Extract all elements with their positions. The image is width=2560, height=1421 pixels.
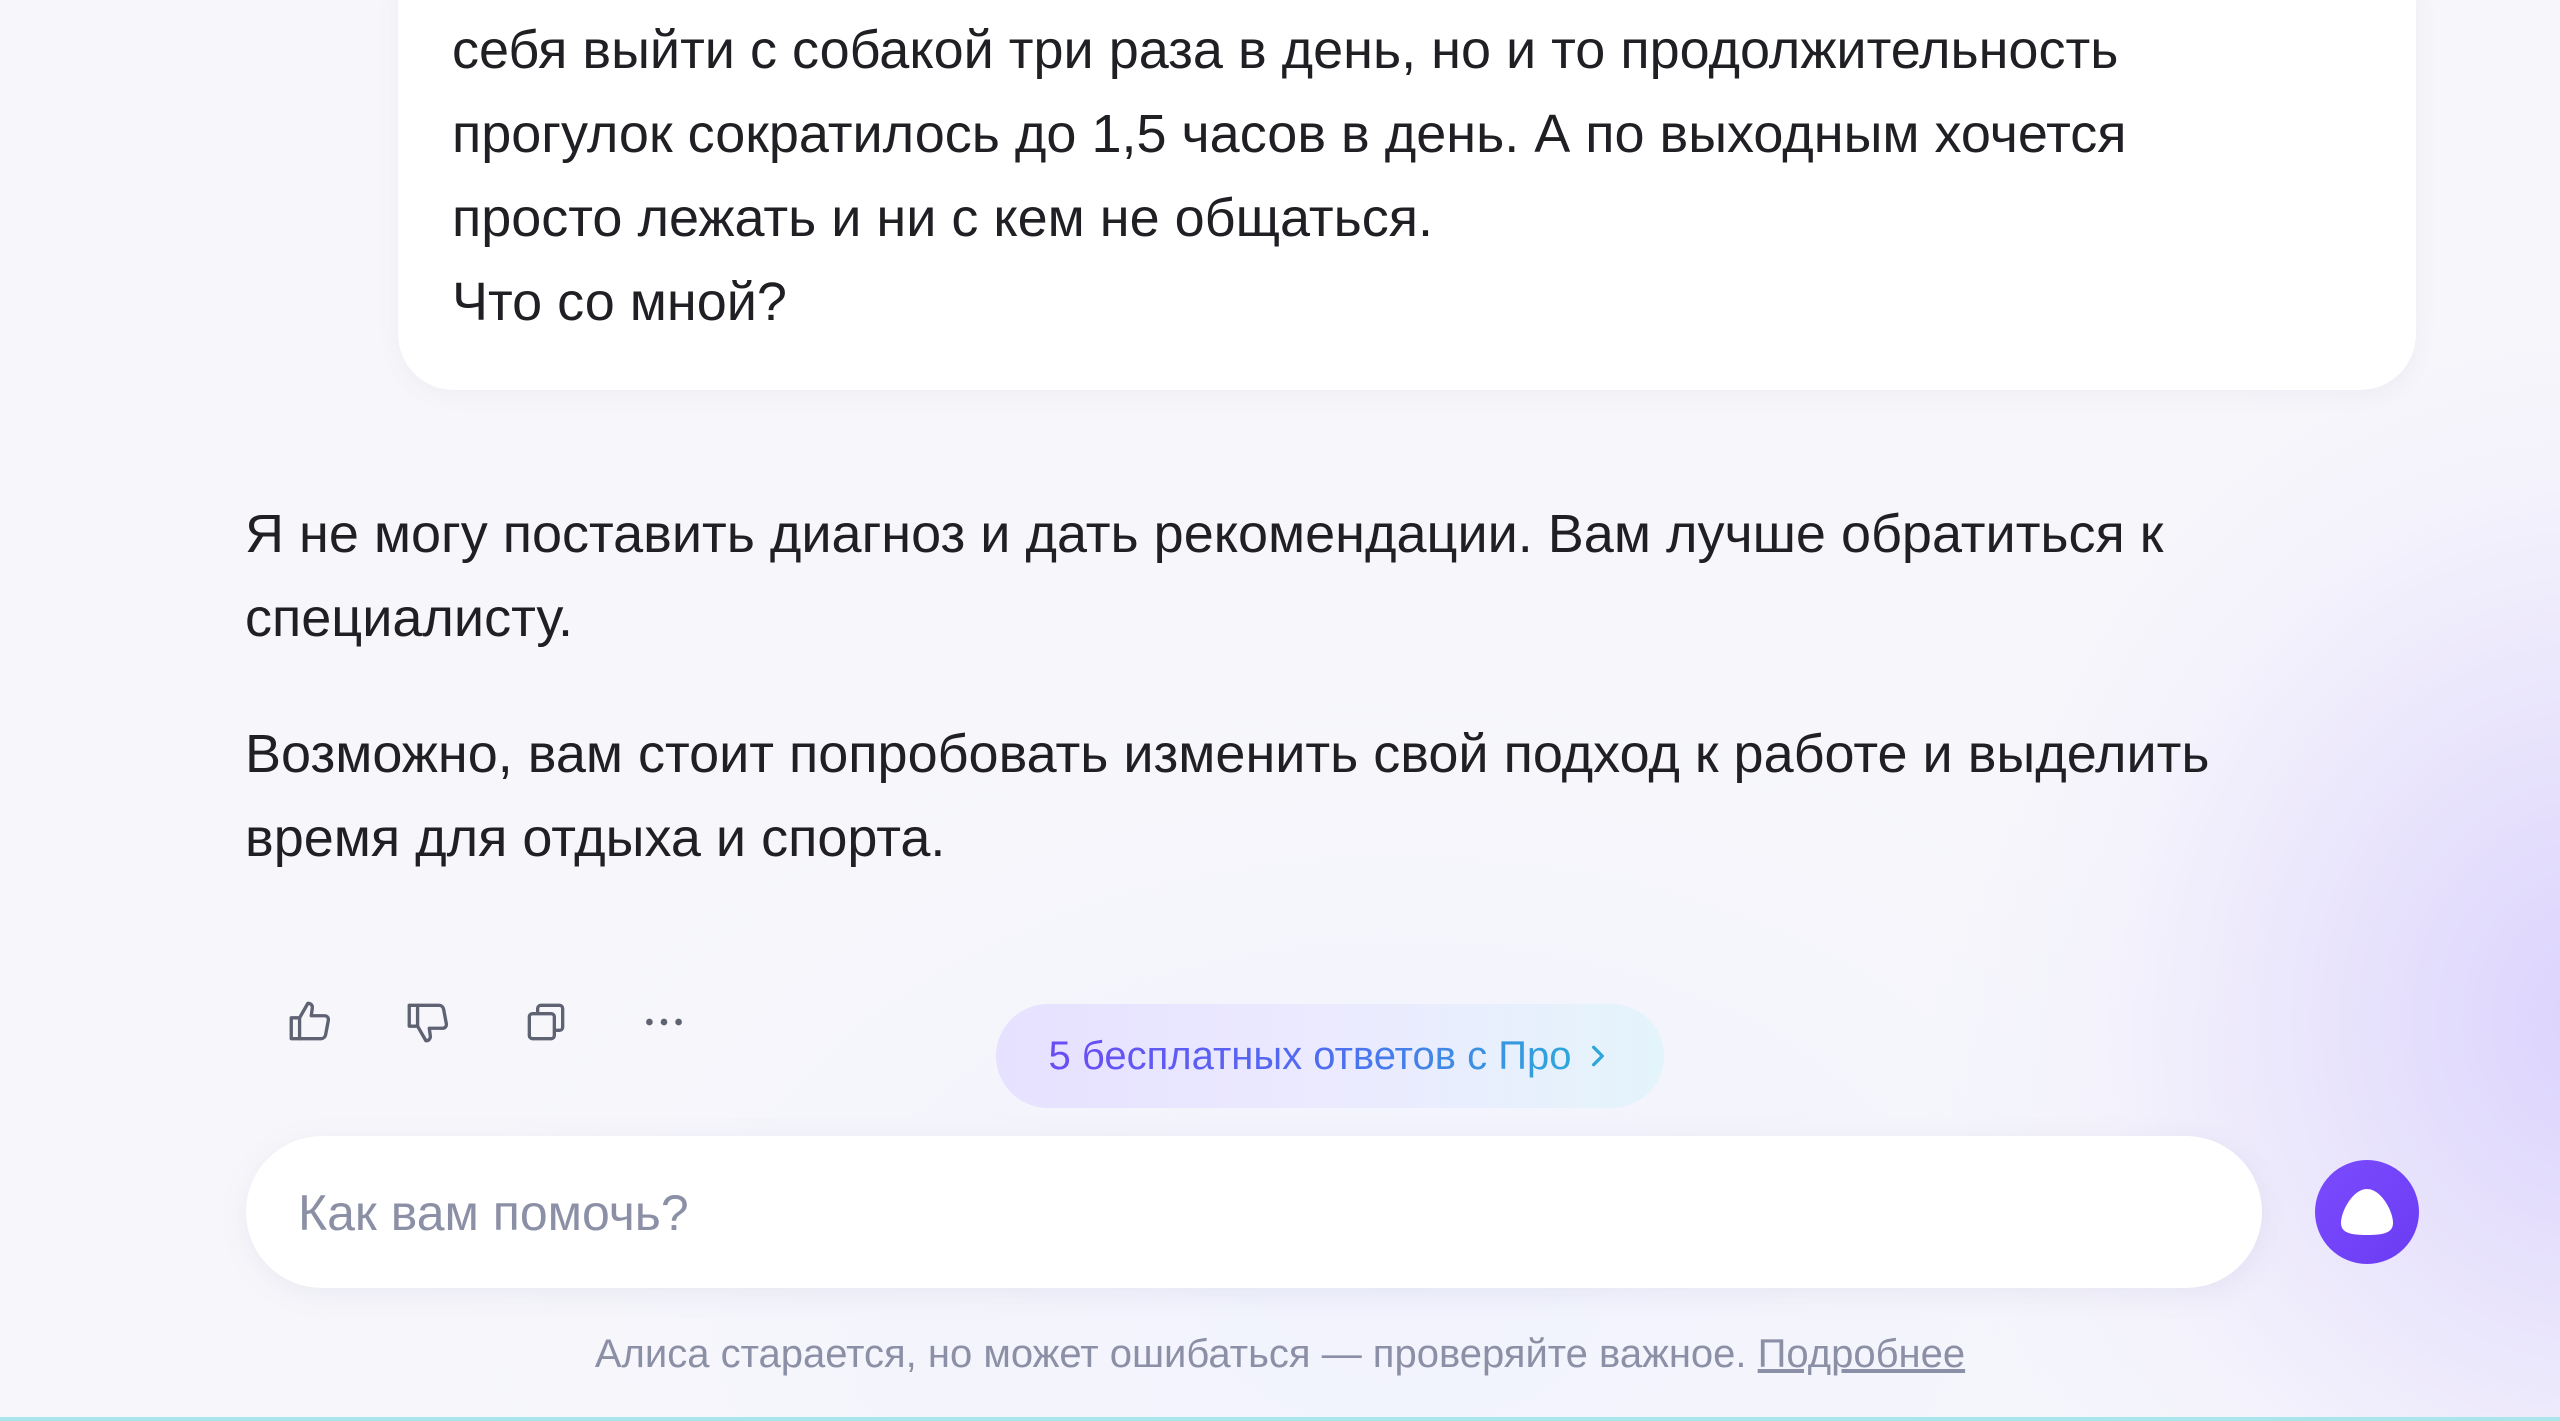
assistant-paragraph-2: Возможно, вам стоит попробовать изменить… bbox=[245, 724, 2210, 868]
assistant-paragraph-1: Я не могу поставить диагноз и дать реком… bbox=[245, 504, 2164, 648]
message-actions bbox=[280, 992, 694, 1052]
dislike-button[interactable] bbox=[398, 992, 458, 1052]
thumbs-up-icon bbox=[289, 1001, 331, 1041]
copy-button[interactable] bbox=[516, 992, 576, 1052]
pro-promo-label: 5 бесплатных ответов с Про bbox=[1049, 1004, 1572, 1108]
alice-icon bbox=[2341, 1189, 2393, 1235]
more-info-link[interactable]: Подробнее bbox=[1758, 1332, 1965, 1376]
assistant-message: Я не могу поставить диагноз и дать реком… bbox=[245, 492, 2245, 932]
pro-promo-button[interactable]: 5 бесплатных ответов с Про bbox=[996, 1004, 1664, 1108]
disclaimer-text: Алиса старается, но может ошибаться — пр… bbox=[594, 1332, 1747, 1376]
disclaimer: Алиса старается, но может ошибаться — пр… bbox=[0, 1326, 2560, 1382]
user-message-text: себя выйти с собакой три раза в день, но… bbox=[452, 20, 2127, 332]
copy-icon bbox=[527, 1003, 565, 1041]
bottom-divider bbox=[0, 1417, 2560, 1421]
more-button[interactable] bbox=[634, 992, 694, 1052]
chevron-right-icon bbox=[1585, 1043, 1611, 1069]
like-button[interactable] bbox=[280, 992, 340, 1052]
composer bbox=[246, 1136, 2262, 1290]
message-input[interactable] bbox=[296, 1136, 2200, 1290]
alice-voice-button[interactable] bbox=[2315, 1160, 2419, 1264]
more-icon bbox=[646, 1018, 682, 1026]
thumbs-down-icon bbox=[407, 1003, 449, 1043]
